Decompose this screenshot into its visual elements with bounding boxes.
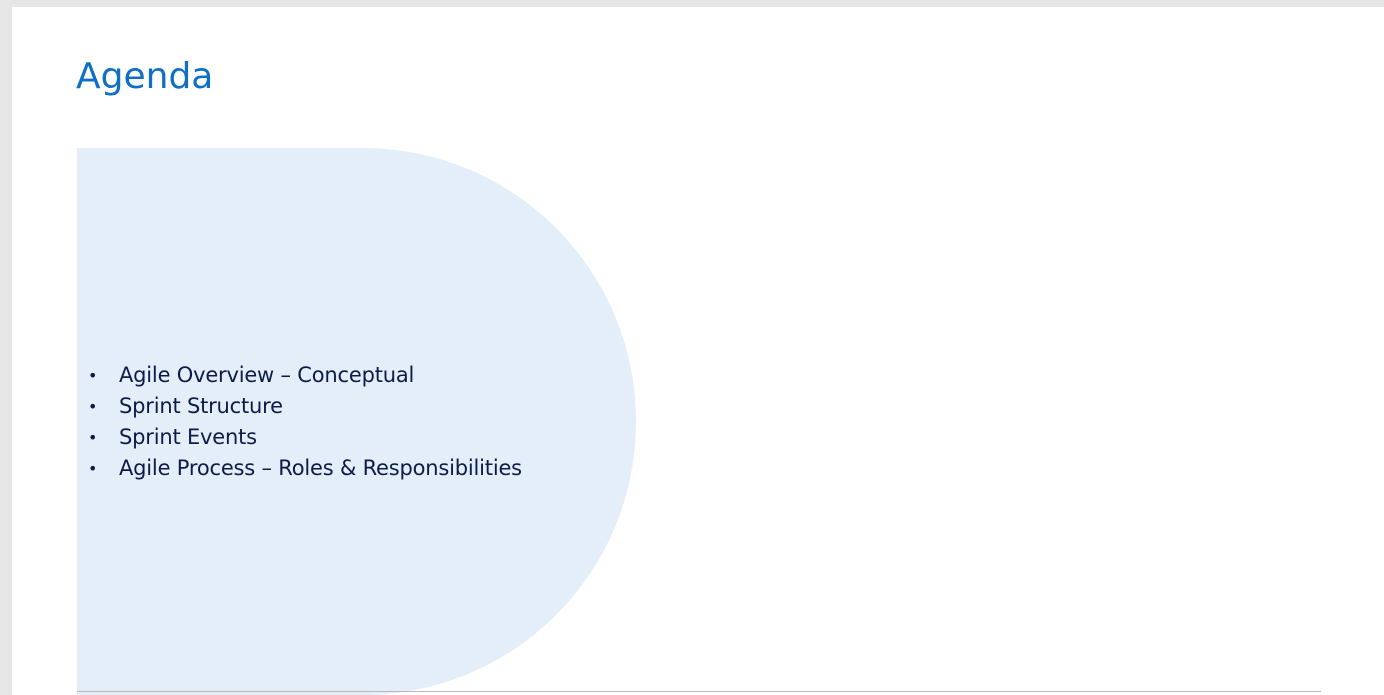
slide-canvas[interactable]: Agenda • Agile Overview – Conceptual • S… <box>12 7 1384 695</box>
agenda-item-label: Sprint Events <box>119 425 257 449</box>
bullet-icon: • <box>88 459 98 478</box>
slide-title[interactable]: Agenda <box>76 53 213 101</box>
bullet-icon: • <box>88 397 98 416</box>
workspace-background: Agenda • Agile Overview – Conceptual • S… <box>0 0 1384 695</box>
slide-bottom-divider <box>77 691 1321 692</box>
bullet-icon: • <box>88 366 98 385</box>
agenda-item-label: Agile Process – Roles & Responsibilities <box>119 456 522 480</box>
bullet-icon: • <box>88 428 98 447</box>
agenda-item-label: Agile Overview – Conceptual <box>119 363 415 387</box>
agenda-item-label: Sprint Structure <box>119 394 283 418</box>
